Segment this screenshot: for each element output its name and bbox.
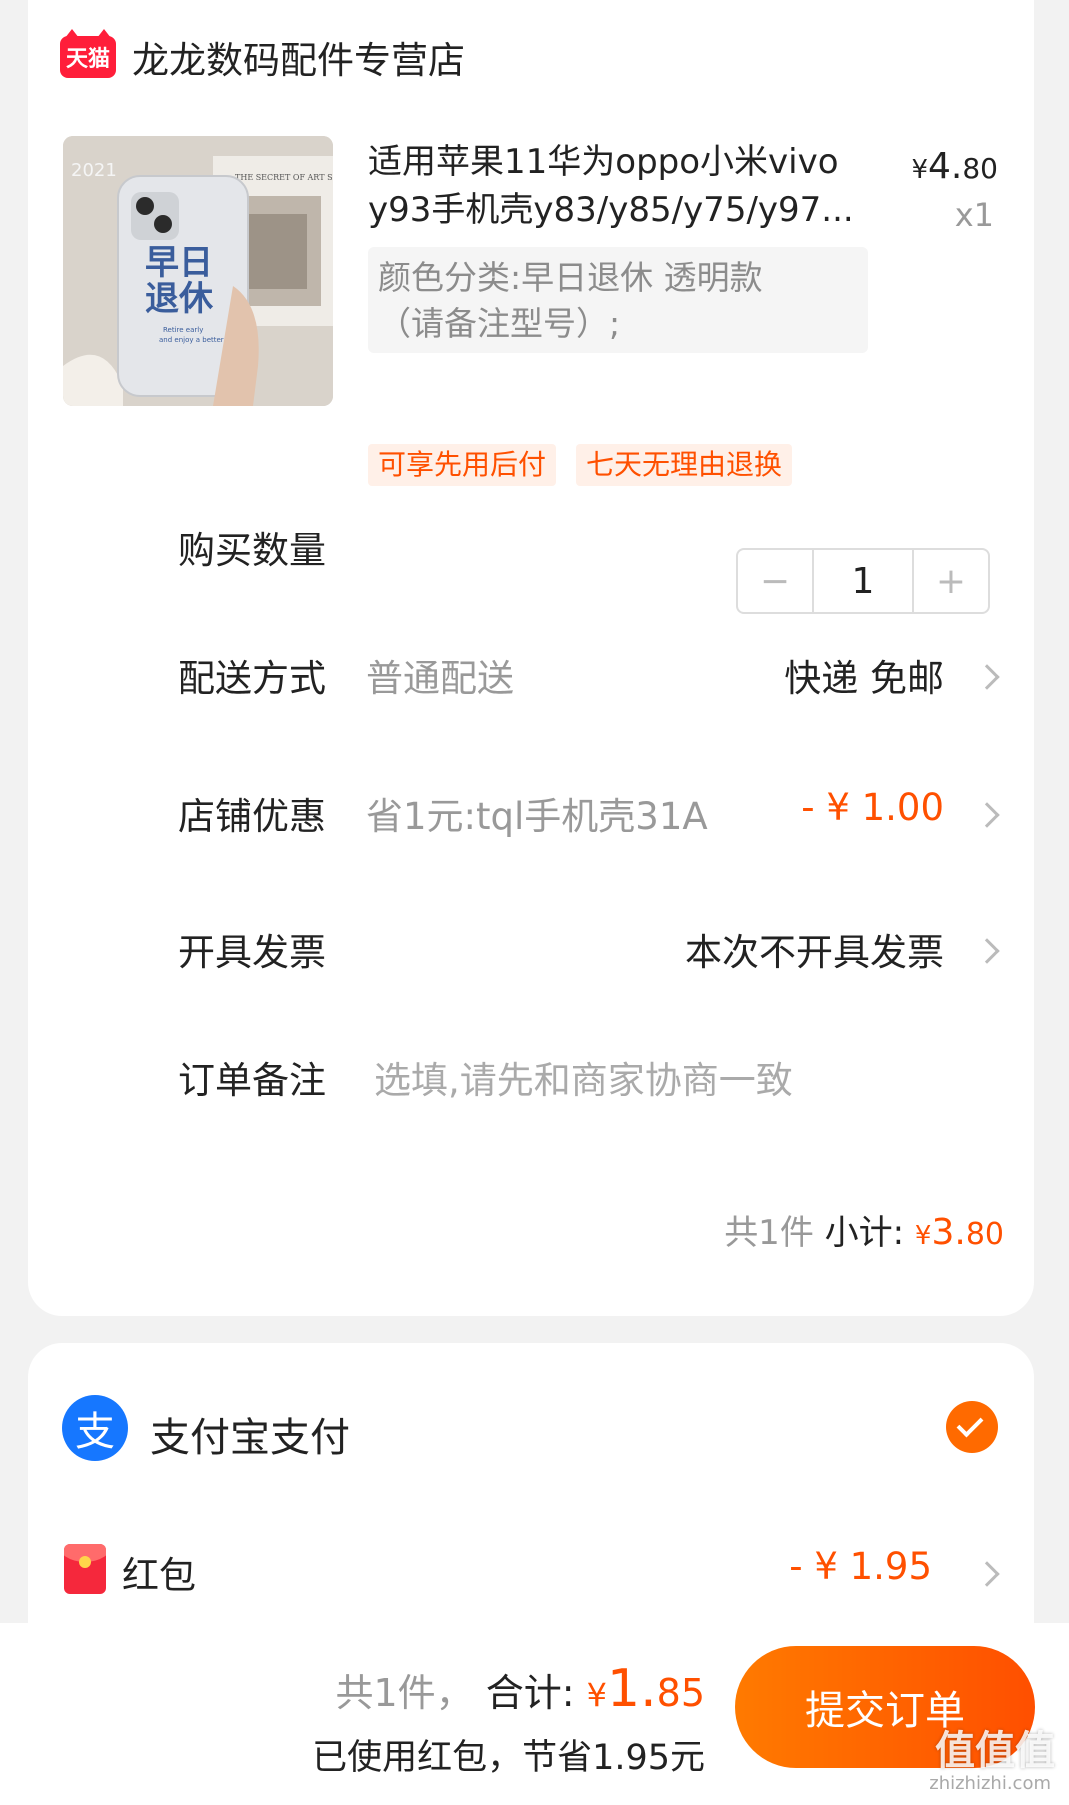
quantity-label: 购买数量 — [178, 529, 326, 572]
product-price: ¥4.80 — [911, 146, 998, 187]
store-header[interactable]: 天猫 龙龙数码配件专营店 — [60, 29, 465, 84]
product-image[interactable]: THE SECRET OF ART SPACE 2021 早日 退休 Retir… — [63, 136, 333, 406]
alipay-icon: 支 — [62, 1395, 128, 1461]
sku-line1: 颜色分类:早日退休 透明款 — [378, 258, 763, 297]
tag-return-policy: 七天无理由退换 — [576, 444, 793, 486]
check-icon[interactable] — [946, 1401, 998, 1453]
discount-chevron-icon[interactable] — [974, 802, 1000, 828]
delivery-label: 配送方式 — [178, 657, 326, 700]
book-text: THE SECRET OF ART SPACE — [235, 173, 333, 182]
red-packet-icon — [64, 1544, 106, 1594]
red-packet-value[interactable]: - ¥ 1.95 — [789, 1545, 932, 1588]
total-summary: 共1件， 合计: ¥1.85 — [335, 1659, 706, 1719]
sku-selector[interactable]: 颜色分类:早日退休 透明款 （请备注型号）; — [368, 247, 868, 353]
invoice-label: 开具发票 — [178, 931, 326, 974]
invoice-value[interactable]: 本次不开具发票 — [685, 922, 944, 976]
watermark: 值值值 — [935, 1728, 1055, 1774]
quantity-stepper[interactable]: − 1 + — [736, 548, 990, 614]
store-name[interactable]: 龙龙数码配件专营店 — [132, 30, 465, 84]
year-text: 2021 — [71, 160, 117, 181]
big-text-1: 早日 — [145, 243, 213, 283]
subtotal: 共1件 小计: ¥3.80 — [724, 1212, 1004, 1253]
order-card: 天猫 龙龙数码配件专营店 THE SECRET OF ART SPACE 202… — [28, 0, 1034, 1316]
tmall-logo-icon: 天猫 — [60, 29, 116, 78]
decrement-button[interactable]: − — [738, 550, 812, 612]
watermark-url: zhizhizhi.com — [929, 1773, 1051, 1794]
tag-pay-later: 可享先用后付 — [368, 444, 557, 486]
product-title[interactable]: 适用苹果11华为oppo小米vivo y93手机壳y83/y85/y75/y97… — [368, 138, 888, 234]
delivery-chevron-icon[interactable] — [974, 664, 1000, 690]
small-text-1: Retire early — [163, 326, 203, 334]
delivery-value[interactable]: 快递 免邮 — [784, 648, 944, 702]
discount-sub: 省1元:tql手机壳31A — [366, 795, 708, 838]
note-label: 订单备注 — [178, 1059, 326, 1102]
alipay-label[interactable]: 支付宝支付 — [150, 1405, 350, 1463]
delivery-sub: 普通配送 — [366, 657, 514, 700]
discount-value[interactable]: - ¥ 1.00 — [801, 786, 944, 829]
product-quantity: x1 — [954, 196, 994, 234]
discount-label: 店铺优惠 — [178, 795, 326, 838]
product-title-line2: y93手机壳y83/y85/y75/y97... — [368, 190, 854, 230]
sku-line2: （请备注型号）; — [378, 304, 621, 343]
invoice-chevron-icon[interactable] — [974, 938, 1000, 964]
quantity-value[interactable]: 1 — [812, 550, 914, 612]
red-packet-chevron-icon[interactable] — [974, 1561, 1000, 1587]
big-text-2: 退休 — [145, 279, 214, 319]
note-input[interactable]: 选填,请先和商家协商一致 — [374, 1050, 793, 1104]
savings-note: 已使用红包，节省1.95元 — [312, 1738, 705, 1778]
phone-case-photo: THE SECRET OF ART SPACE 2021 早日 退休 Retir… — [63, 136, 333, 406]
checkout-bar: 共1件， 合计: ¥1.85 已使用红包，节省1.95元 提交订单 值值值 zh… — [0, 1623, 1069, 1805]
increment-button[interactable]: + — [914, 550, 988, 612]
red-packet-label: 红包 — [122, 1554, 196, 1597]
product-title-line1: 适用苹果11华为oppo小米vivo — [368, 142, 839, 182]
